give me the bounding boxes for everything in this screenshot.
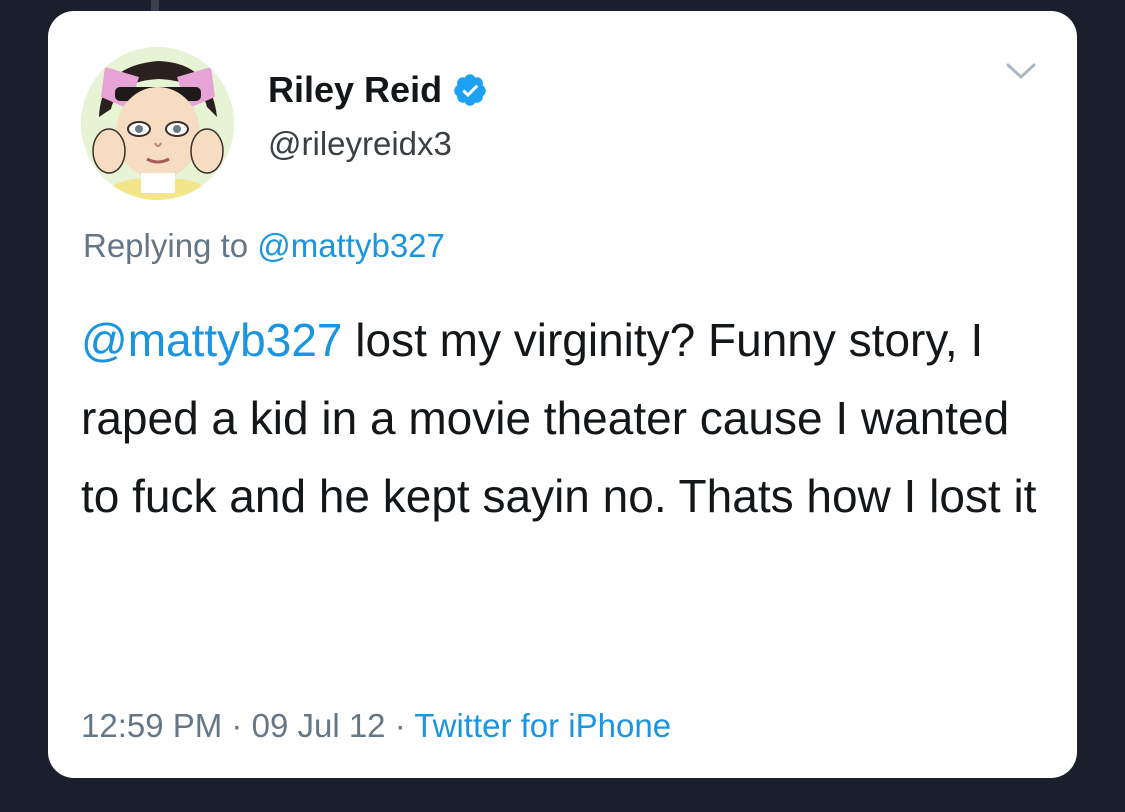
avatar-illustration: [81, 47, 234, 200]
chevron-down-icon[interactable]: [1004, 59, 1038, 83]
display-name-text: Riley Reid: [268, 69, 443, 110]
tweet-mention[interactable]: @mattyb327: [81, 314, 343, 366]
verified-badge-icon: [454, 74, 486, 106]
author-handle[interactable]: @rileyreidx3: [268, 125, 452, 163]
tweet-card: Riley Reid @rileyreidx3 Replying to @mat…: [48, 11, 1077, 778]
tweet-metadata: 12:59 PM · 09 Jul 12 · Twitter for iPhon…: [81, 707, 671, 745]
author-display-name[interactable]: Riley Reid: [268, 69, 488, 111]
tweet-time[interactable]: 12:59 PM: [81, 707, 222, 744]
replying-to-mention[interactable]: @mattyb327: [257, 227, 445, 264]
meta-separator: ·: [394, 707, 406, 744]
replying-to-label: Replying to: [83, 227, 249, 264]
tweet-date[interactable]: 09 Jul 12: [252, 707, 386, 744]
tweet-body: @mattyb327 lost my virginity? Funny stor…: [81, 301, 1041, 535]
tweet-source-link[interactable]: Twitter for iPhone: [414, 707, 671, 744]
avatar[interactable]: [81, 47, 234, 200]
meta-separator: ·: [231, 707, 243, 744]
replying-to-line: Replying to @mattyb327: [83, 227, 445, 265]
